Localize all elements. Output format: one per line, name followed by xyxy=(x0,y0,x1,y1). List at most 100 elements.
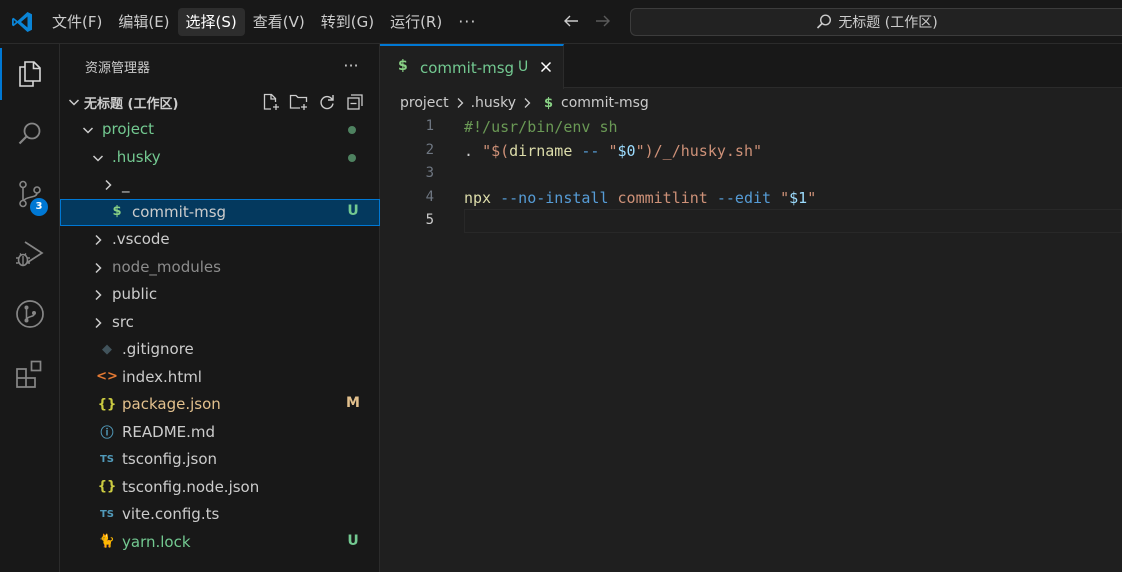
tree-file[interactable]: 🐈 yarn.lock U xyxy=(60,529,380,557)
more-actions-icon[interactable]: ··· xyxy=(340,54,362,76)
title-bar: 文件(F) 编辑(E) 选择(S) 查看(V) 转到(G) 运行(R) ··· 无标题 (工… xyxy=(0,0,1122,44)
code-line: 1 #!/usr/bin/env sh xyxy=(380,115,1122,139)
menu-item[interactable]: 选择(S) xyxy=(177,8,245,36)
code-token: dirname xyxy=(509,141,573,160)
vscode-logo-icon[interactable] xyxy=(10,10,34,34)
tree-item-label: vite.config.ts xyxy=(122,505,220,523)
tree-item-label: package.json xyxy=(122,395,221,413)
shell-file-icon: $ xyxy=(398,58,408,74)
chevron-right-icon xyxy=(105,179,112,191)
breadcrumb-item[interactable]: .husky xyxy=(471,95,516,111)
tree-item-label: .gitignore xyxy=(122,340,194,358)
tree-folder[interactable]: _ xyxy=(60,171,380,199)
activity-search[interactable] xyxy=(0,104,60,164)
tree-folder[interactable]: public xyxy=(60,281,380,309)
activity-explorer[interactable] xyxy=(0,44,60,104)
tree-folder[interactable]: .vscode xyxy=(60,226,380,254)
shell-file-icon: $ xyxy=(543,95,554,111)
git-status-badge: U xyxy=(347,202,359,219)
activity-source-control[interactable]: 3 xyxy=(0,164,60,224)
tree-file[interactable]: TS tsconfig.json xyxy=(60,446,380,474)
tree-folder[interactable]: .husky xyxy=(60,144,380,172)
collapse-all-button[interactable] xyxy=(344,91,366,113)
code-token: commitlint xyxy=(617,188,708,207)
code-text[interactable]: . "$(dirname -- "$0")/_/husky.sh" xyxy=(464,139,1122,163)
command-center-label: 无标题 (工作区) xyxy=(838,15,938,31)
tree-item-label: project xyxy=(102,120,155,138)
tree-file[interactable]: ◆ .gitignore xyxy=(60,336,380,364)
new-folder-button[interactable] xyxy=(288,91,310,113)
code-token: . xyxy=(464,141,483,160)
new-file-button[interactable] xyxy=(260,91,282,113)
command-center[interactable]: 无标题 (工作区) xyxy=(630,8,1122,36)
explorer-title: 资源管理器 xyxy=(85,61,151,76)
chevron-down-icon xyxy=(92,154,104,162)
refresh-button[interactable] xyxy=(316,91,338,113)
close-icon[interactable] xyxy=(538,59,554,75)
git-graph-icon xyxy=(16,300,44,328)
tree-file[interactable]: {} tsconfig.node.json xyxy=(60,474,380,502)
code-token: -- xyxy=(572,141,609,160)
tree-folder[interactable]: node_modules xyxy=(60,254,380,282)
tab-commit-msg[interactable]: $ commit-msg U xyxy=(380,44,564,89)
menu-item[interactable]: 运行(R) xyxy=(382,8,450,36)
git-status-badge: M xyxy=(346,395,360,411)
refresh-icon xyxy=(320,95,334,110)
tab-status: U xyxy=(518,59,529,75)
code-editor[interactable]: 1 #!/usr/bin/env sh 2 . "$(dirname -- "$0")… xyxy=(380,115,1122,233)
chevron-right-icon xyxy=(524,98,531,108)
activity-bar: 3 xyxy=(0,44,60,572)
tree-folder[interactable]: src xyxy=(60,309,380,337)
tree-file[interactable]: {} package.json M xyxy=(60,391,380,419)
go-forward-icon[interactable] xyxy=(592,10,614,32)
code-line: 5 xyxy=(380,209,1122,233)
activity-run-debug[interactable] xyxy=(0,224,60,284)
menu-item[interactable]: 编辑(E) xyxy=(110,8,177,36)
search-icon xyxy=(817,14,832,29)
code-token: $0 xyxy=(617,141,636,160)
search-icon xyxy=(18,122,41,145)
modified-dot xyxy=(348,153,356,162)
file-type-icon: 🐈 xyxy=(98,534,116,549)
breadcrumb-item[interactable]: project xyxy=(400,95,449,111)
file-type-icon: {} xyxy=(97,396,117,412)
tree-folder[interactable]: project xyxy=(60,116,380,144)
menu-bar: 文件(F) 编辑(E) 选择(S) 查看(V) 转到(G) 运行(R) ··· xyxy=(44,8,484,36)
code-token: )/_/husky.sh" xyxy=(644,141,763,160)
new-file-icon xyxy=(263,93,279,110)
tree-file[interactable]: TS vite.config.ts xyxy=(60,501,380,529)
line-number: 2 xyxy=(425,141,434,158)
file-type-icon: ⓘ xyxy=(100,426,114,441)
code-token: " xyxy=(780,188,790,207)
tree-item-label: .husky xyxy=(112,147,161,166)
go-back-icon[interactable] xyxy=(560,10,582,32)
file-type-icon: ◆ xyxy=(102,341,112,357)
tree-item-label: commit-msg xyxy=(132,202,227,221)
code-line: 4 npx --no-install commitlint --edit "$1" xyxy=(380,186,1122,210)
breadcrumb-item[interactable]: commit-msg xyxy=(561,95,649,111)
tree-file[interactable]: ⓘ README.md xyxy=(60,419,380,447)
file-type-icon: <> xyxy=(96,369,118,384)
code-text[interactable]: npx --no-install commitlint --edit "$1" xyxy=(464,186,1122,210)
code-line: 2 . "$(dirname -- "$0")/_/husky.sh" xyxy=(380,139,1122,163)
activity-git-graph[interactable] xyxy=(0,284,60,344)
code-text[interactable] xyxy=(464,209,1122,233)
source-control-badge: 3 xyxy=(30,198,48,216)
chevron-right-icon xyxy=(457,98,464,108)
line-number: 4 xyxy=(425,188,434,205)
code-token: " xyxy=(635,141,645,160)
tree-file[interactable]: <> index.html xyxy=(60,364,380,392)
menu-item[interactable]: 查看(V) xyxy=(245,8,313,36)
code-token: #!/usr/bin/env sh xyxy=(464,118,618,136)
workspace-header[interactable]: 无标题 (工作区) xyxy=(60,89,380,115)
code-text[interactable] xyxy=(464,162,1122,186)
more-menu-icon[interactable]: ··· xyxy=(450,8,484,36)
activity-extensions[interactable] xyxy=(0,344,60,404)
code-token: --no-install xyxy=(491,188,618,207)
menu-item[interactable]: 转到(G) xyxy=(313,8,382,36)
code-text[interactable]: #!/usr/bin/env sh xyxy=(464,115,1122,139)
explorer-icon xyxy=(19,61,41,87)
menu-item[interactable]: 文件(F) xyxy=(44,8,110,36)
git-status-badge: U xyxy=(347,532,359,549)
tree-file[interactable]: $ commit-msg U xyxy=(60,198,380,226)
